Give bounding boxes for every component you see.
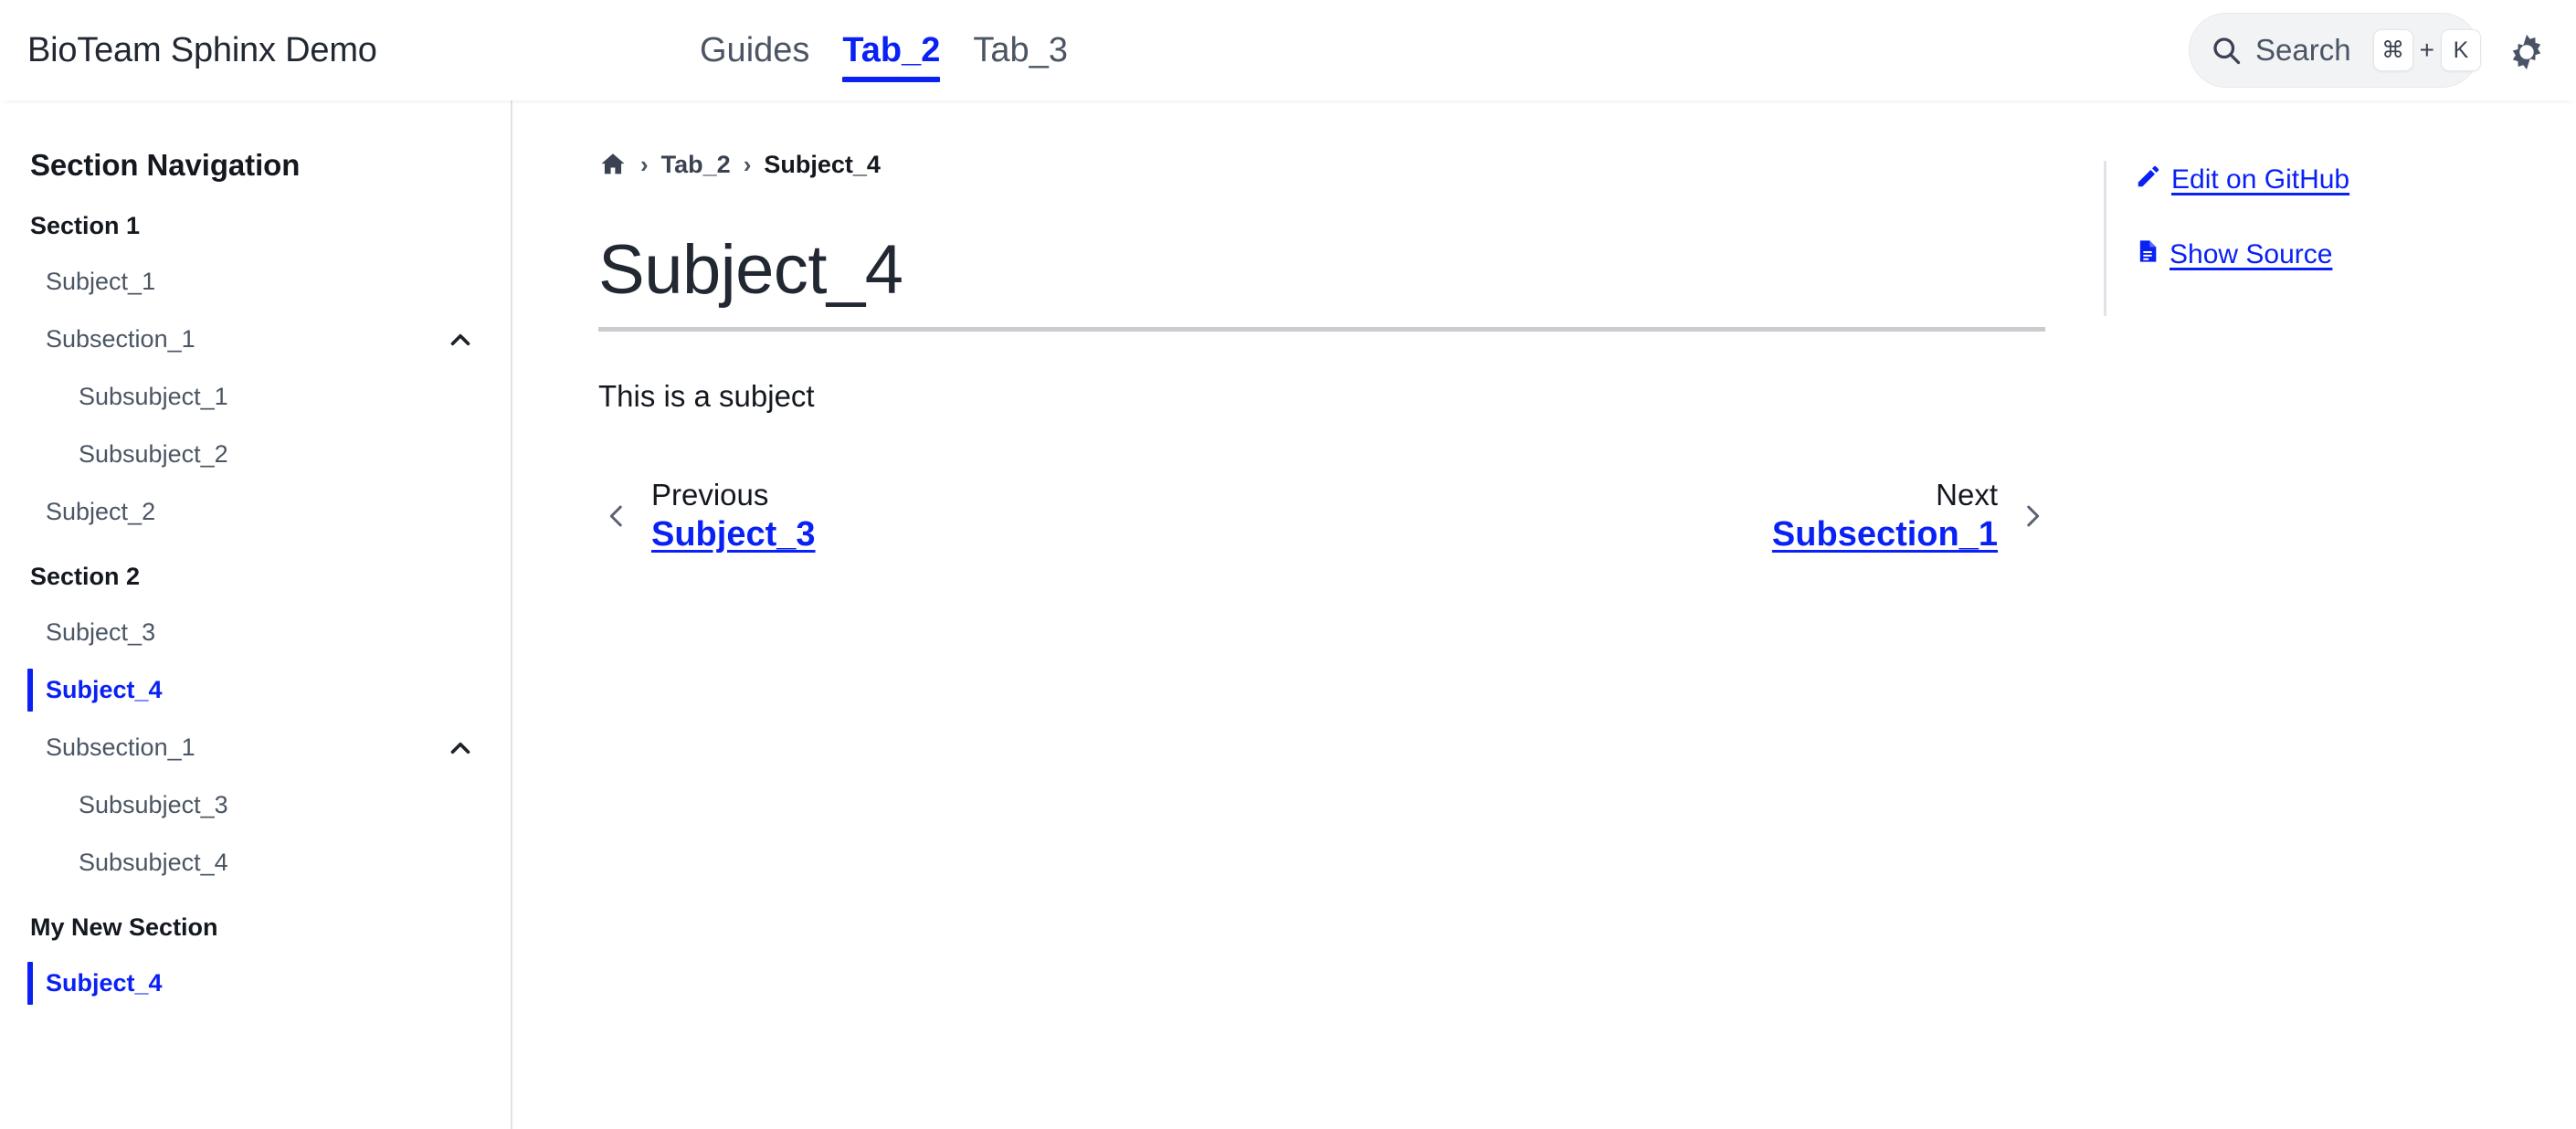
sidebar-item-label: Subject_4 [46,969,163,997]
previous-label: Previous [651,477,769,512]
sidebar-item-label: Subject_3 [46,618,156,646]
nav-caption-section-1: Section 1 [30,212,141,239]
tab-tab_3[interactable]: Tab_3 [956,0,1084,100]
brand-title[interactable]: BioTeam Sphinx Demo [27,31,377,70]
next-target: Subsection_1 [1771,515,1998,554]
sidebar-divider [2104,161,2106,316]
edit-on-github-link[interactable]: Edit on GitHub [2135,163,2349,197]
sidebar-item-subject_1[interactable]: Subject_1 [0,253,511,311]
search-button[interactable]: Search ⌘ + K [2189,13,2481,88]
sidebar-item-label: Subsection_1 [46,325,195,353]
search-shortcut: ⌘ + K [2372,29,2481,71]
kbd-k: K [2440,29,2481,71]
previous-page-link[interactable]: Previous Subject_3 [598,476,816,557]
show-source-link[interactable]: Show Source [2135,237,2332,272]
previous-target: Subject_3 [651,515,816,554]
kbd-plus: + [2419,36,2434,64]
search-icon [2210,34,2243,67]
active-tab-indicator [842,77,941,82]
sidebar-item-label: Subject_2 [46,498,156,525]
chevron-up-icon[interactable] [445,733,476,764]
site-header: BioTeam Sphinx Demo Guides Tab_2 Tab_3 S… [0,0,2576,100]
sidebar-item-label: Subject_4 [46,676,163,703]
pencil-icon [2135,163,2162,197]
sidebar-item-subject_3[interactable]: Subject_3 [0,604,511,661]
breadcrumb-separator: › [743,151,752,178]
sidebar-item-subsubject_3[interactable]: Subsubject_3 [0,776,511,834]
breadcrumb-item-tab_2[interactable]: Tab_2 [661,151,731,179]
main-content: › Tab_2 › Subject_4 Subject_4 This is a … [512,100,2104,1129]
nav-caption-section-2: Section 2 [30,563,141,590]
tab-label: Tab_2 [842,30,941,69]
show-source-label: Show Source [2170,239,2333,269]
tab-label: Guides [700,30,810,69]
chevron-up-icon[interactable] [445,324,476,355]
sun-gear-icon[interactable] [2507,32,2547,72]
sidebar-item-subsubject_4[interactable]: Subsubject_4 [0,834,511,892]
page-title: Subject_4 [598,231,903,309]
sidebar-item-subsection_1-b[interactable]: Subsection_1 [0,719,511,776]
chevron-left-icon [598,495,635,537]
document-icon [2135,237,2160,272]
sidebar-item-label: Subsubject_2 [79,440,228,468]
tab-label: Tab_3 [973,30,1068,69]
sidebar-item-label: Subsection_1 [46,733,195,761]
sidebar-item-subsubject_1[interactable]: Subsubject_1 [0,368,511,426]
primary-tabs: Guides Tab_2 Tab_3 [683,0,1084,100]
sidebar-item-label: Subsubject_3 [79,791,228,818]
breadcrumb-separator: › [640,151,649,178]
next-label: Next [1936,477,1998,512]
next-page-link[interactable]: Next Subsection_1 [1772,476,2051,557]
sidebar-item-label: Subsubject_1 [79,383,228,410]
page-tools-sidebar: Edit on GitHub Show Source [2104,100,2576,1129]
sidebar-item-subsection_1-a[interactable]: Subsection_1 [0,311,511,368]
sidebar-item-subject_4-new-section[interactable]: Subject_4 [0,955,511,1012]
kbd-command: ⌘ [2372,29,2413,71]
search-placeholder-label: Search [2255,33,2351,67]
content-paragraph: This is a subject [598,378,815,413]
tab-guides[interactable]: Guides [683,0,826,100]
sidebar-item-label: Subject_1 [46,268,156,295]
prev-next-navigation: Previous Subject_3 Next Subsection_1 [598,476,2051,557]
section-navigation-sidebar: Section Navigation Section 1 Subject_1 S… [0,100,512,1129]
breadcrumb: › Tab_2 › Subject_4 [598,144,2049,185]
sidebar-item-subject_4-current[interactable]: Subject_4 [0,661,511,719]
sidebar-heading: Section Navigation [30,148,301,182]
nav-caption-my-new-section: My New Section [30,913,218,941]
chevron-right-icon [2014,495,2051,537]
title-divider [598,326,2045,332]
tab-tab_2[interactable]: Tab_2 [826,0,956,100]
sidebar-item-subsubject_2[interactable]: Subsubject_2 [0,426,511,483]
home-icon[interactable] [598,150,628,179]
sidebar-item-subject_2[interactable]: Subject_2 [0,483,511,541]
edit-on-github-label: Edit on GitHub [2171,164,2350,195]
breadcrumb-current: Subject_4 [764,150,881,178]
sidebar-item-label: Subsubject_4 [79,849,228,876]
